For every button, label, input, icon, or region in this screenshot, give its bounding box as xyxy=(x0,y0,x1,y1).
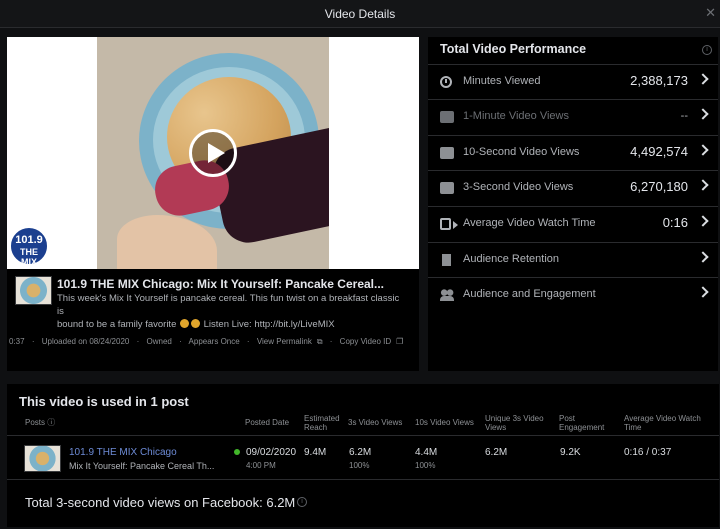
video-thumbnail xyxy=(97,37,329,269)
clock-icon xyxy=(440,76,452,88)
video-meta: 0:37 · Uploaded on 08/24/2020 · Owned · … xyxy=(9,337,404,346)
copy-video-id-link[interactable]: Copy Video ID xyxy=(340,337,391,346)
column-header-average-watch-time: Average Video Watch Time xyxy=(624,414,701,432)
perf-row-1-minute-views[interactable]: 1-Minute Video Views -- xyxy=(428,99,718,134)
total-3-second-views: Total 3-second video views on Facebook: … xyxy=(25,495,296,510)
copy-icon: ❐ xyxy=(396,337,404,346)
video-camera-icon xyxy=(440,147,454,159)
video-camera-icon xyxy=(440,182,454,194)
post-time: 4:00 PM xyxy=(246,461,276,470)
performance-panel: Total Video Performance i Minutes Viewed… xyxy=(428,37,718,371)
dialog-title: Video Details xyxy=(324,7,396,21)
posts-panel: This video is used in 1 post Posts ⓘ Pos… xyxy=(7,384,719,527)
close-icon[interactable]: ✕ xyxy=(705,5,716,21)
video-icon xyxy=(440,218,458,230)
chevron-right-icon xyxy=(697,108,709,120)
video-description: This week's Mix It Yourself is pancake c… xyxy=(57,293,400,330)
post-description: Mix It Yourself: Pancake Cereal Th... xyxy=(69,461,215,471)
post-thumbnail[interactable] xyxy=(24,445,61,472)
post-3s-views-percent: 100% xyxy=(349,461,370,470)
status-dot xyxy=(234,449,240,455)
link-icon: ⧉ xyxy=(316,337,323,346)
chevron-right-icon xyxy=(697,144,709,156)
people-icon xyxy=(440,289,454,301)
column-header-unique-3s-views: Unique 3s Video Views xyxy=(485,414,544,432)
perf-row-audience-engagement[interactable]: Audience and Engagement xyxy=(428,277,718,312)
post-reach: 9.4M xyxy=(304,447,327,458)
film-strip-icon xyxy=(442,254,451,266)
station-logo: 101.9 THE MIX xyxy=(9,226,49,267)
view-permalink-link[interactable]: View Permalink xyxy=(257,337,312,346)
column-header-estimated-reach: Estimated Reach xyxy=(304,414,340,432)
emoji-icon xyxy=(180,319,189,328)
appears-once-label: Appears Once xyxy=(188,337,240,346)
column-header-posts: Posts ⓘ xyxy=(25,418,56,427)
chevron-right-icon xyxy=(697,215,709,227)
post-10s-views: 4.4M xyxy=(415,447,438,458)
video-preview-panel: 101.9 THE MIX 101.9 THE MIX Chicago: Mix… xyxy=(7,37,419,371)
divider xyxy=(7,479,719,480)
play-button[interactable] xyxy=(189,129,237,177)
emoji-icon xyxy=(191,319,200,328)
info-icon[interactable]: ⓘ xyxy=(47,418,55,427)
post-engagement: 9.2K xyxy=(560,447,581,458)
post-3s-views: 6.2M xyxy=(349,447,372,458)
perf-row-audience-retention[interactable]: Audience Retention xyxy=(428,242,718,277)
perf-row-minutes-viewed[interactable]: Minutes Viewed 2,388,173 xyxy=(428,64,718,99)
video-thumbnail-small xyxy=(15,276,52,305)
column-header-10s-views: 10s Video Views xyxy=(415,418,474,427)
dialog-header: Video Details ✕ xyxy=(0,0,720,28)
video-title: 101.9 THE MIX Chicago: Mix It Yourself: … xyxy=(57,277,384,291)
upload-date: Uploaded on 08/24/2020 xyxy=(41,337,130,346)
column-header-3s-views: 3s Video Views xyxy=(348,418,403,427)
info-icon[interactable]: i xyxy=(297,497,307,507)
chevron-right-icon xyxy=(697,251,709,263)
column-header-posted-date: Posted Date xyxy=(245,418,290,427)
video-duration: 0:37 xyxy=(9,337,25,346)
post-date: 09/02/2020 xyxy=(246,447,297,458)
info-icon[interactable]: i xyxy=(702,45,712,55)
post-page-link[interactable]: 101.9 THE MIX Chicago xyxy=(69,447,177,458)
post-average-watch-time: 0:16 / 0:37 xyxy=(624,447,672,458)
post-10s-views-percent: 100% xyxy=(415,461,436,470)
performance-title: Total Video Performance xyxy=(440,42,587,56)
video-camera-icon xyxy=(440,111,454,123)
posts-title: This video is used in 1 post xyxy=(19,394,189,409)
owned-label: Owned xyxy=(146,337,172,346)
perf-row-average-watch-time[interactable]: Average Video Watch Time 0:16 xyxy=(428,206,718,241)
perf-row-10-second-views[interactable]: 10-Second Video Views 4,492,574 xyxy=(428,135,718,170)
chevron-right-icon xyxy=(697,179,709,191)
chevron-right-icon xyxy=(697,73,709,85)
chevron-right-icon xyxy=(697,286,709,298)
divider xyxy=(7,435,719,436)
column-header-post-engagement: Post Engagement xyxy=(559,414,605,432)
video-player[interactable]: 101.9 THE MIX xyxy=(7,37,419,269)
perf-row-3-second-views[interactable]: 3-Second Video Views 6,270,180 xyxy=(428,170,718,205)
post-unique-views: 6.2M xyxy=(485,447,508,458)
